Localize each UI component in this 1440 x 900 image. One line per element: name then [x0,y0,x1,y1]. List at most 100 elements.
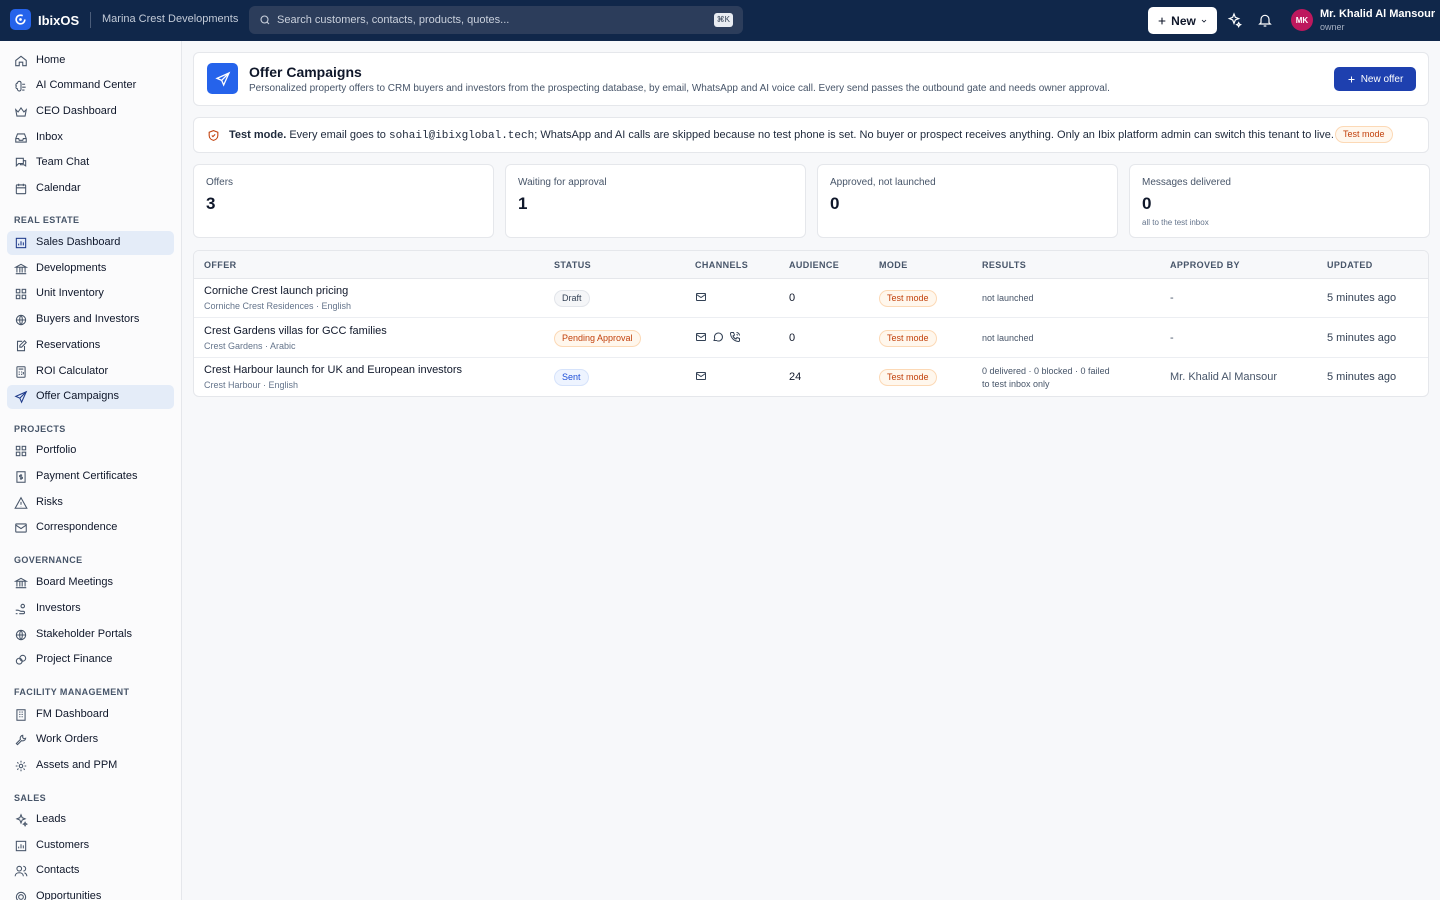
new-offer-button[interactable]: New offer [1334,67,1416,91]
table-row[interactable]: Crest Gardens villas for GCC families Cr… [194,319,1428,358]
section-label-facility-management: FACILITY MANAGEMENT [14,687,130,697]
document-edit-icon [14,339,28,353]
sidebar-item-stakeholder-portals[interactable]: Stakeholder Portals [7,623,174,647]
column-header-channels[interactable]: CHANNELS [695,260,748,270]
sidebar-item-label: Opportunities [36,890,102,900]
column-header-mode[interactable]: MODE [879,260,908,270]
sidebar-item-customers[interactable]: Customers [7,834,174,858]
new-button[interactable]: New [1148,7,1217,34]
sidebar-item-inbox[interactable]: Inbox [7,126,174,150]
app-name: IbixOS [38,13,80,28]
divider [90,12,91,28]
coins-icon [14,653,28,667]
home-icon [14,54,28,68]
sidebar-item-correspondence[interactable]: Correspondence [7,516,174,540]
column-header-results[interactable]: RESULTS [982,260,1026,270]
test-mode-banner: Test mode. Every email goes to sohail@ib… [193,117,1429,153]
sidebar-item-label: Customers [36,839,90,851]
sidebar-item-buyers-and-investors[interactable]: Buyers and Investors [7,308,174,332]
chat-icon [14,156,28,170]
column-header-approved-by[interactable]: APPROVED BY [1170,260,1240,270]
table-row[interactable]: Corniche Crest launch pricing Corniche C… [194,279,1428,318]
sidebar-item-label: ROI Calculator [36,365,109,377]
sidebar-item-portfolio[interactable]: Portfolio [7,439,174,463]
sidebar-item-reservations[interactable]: Reservations [7,334,174,358]
offer-name[interactable]: Corniche Crest launch pricing [204,285,348,297]
sidebar-item-work-orders[interactable]: Work Orders [7,728,174,752]
sidebar-item-risks[interactable]: Risks [7,491,174,515]
sidebar-item-offer-campaigns[interactable]: Offer Campaigns [7,385,174,409]
sidebar-item-investors[interactable]: Investors [7,597,174,621]
sidebar-item-ceo-dashboard[interactable]: CEO Dashboard [7,100,174,124]
sidebar-item-home[interactable]: Home [7,49,174,73]
users-icon [14,864,28,878]
column-header-updated[interactable]: UPDATED [1327,260,1373,270]
sidebar-item-project-finance[interactable]: Project Finance [7,648,174,672]
globe-icon [14,628,28,642]
sidebar-item-fm-dashboard[interactable]: FM Dashboard [7,703,174,727]
sidebar-item-board-meetings[interactable]: Board Meetings [7,571,174,595]
sidebar-item-calendar[interactable]: Calendar [7,177,174,201]
sidebar-item-leads[interactable]: Leads [7,808,174,832]
ibixos-logo-icon[interactable] [10,9,31,30]
sidebar-item-label: AI Command Center [36,79,137,91]
sidebar-item-label: Unit Inventory [36,287,104,299]
banner-text-after: ; WhatsApp and AI calls are skipped beca… [534,129,1334,141]
table-row[interactable]: Crest Harbour launch for UK and European… [194,358,1428,396]
table-header: OFFER STATUS CHANNELS AUDIENCE MODE RESU… [194,251,1428,279]
new-button-label: New [1171,13,1196,28]
audience-count: 0 [789,292,796,304]
calendar-icon [14,182,28,196]
stat-card-approved-not-launched: Approved, not launched 0 [817,164,1118,238]
sidebar-item-payment-certificates[interactable]: Payment Certificates [7,465,174,489]
column-header-audience[interactable]: AUDIENCE [789,260,839,270]
stat-label: Offers [206,177,234,188]
avatar[interactable]: MK [1291,9,1313,31]
section-label-real-estate: REAL ESTATE [14,215,80,225]
building-chart-icon [14,839,28,853]
column-header-status[interactable]: STATUS [554,260,591,270]
column-header-offer[interactable]: OFFER [204,260,237,270]
stat-value: 0 [1142,194,1152,213]
mail-icon [695,331,707,343]
sidebar-item-unit-inventory[interactable]: Unit Inventory [7,282,174,306]
sidebar-item-opportunities[interactable]: Opportunities [7,885,174,900]
sidebar-item-contacts[interactable]: Contacts [7,859,174,883]
sidebar-item-label: Inbox [36,131,63,143]
user-role: owner [1320,22,1345,32]
sidebar-item-label: FM Dashboard [36,708,109,720]
stat-note: all to the test inbox [1142,218,1209,227]
sidebar-item-developments[interactable]: Developments [7,257,174,281]
banner-text: Test mode. Every email goes to sohail@ib… [229,129,1334,142]
sidebar-item-label: Leads [36,813,66,825]
page-subtitle: Personalized property offers to CRM buye… [249,83,1110,94]
landmark-icon [14,576,28,590]
sidebar-item-label: Investors [36,602,81,614]
sidebar-item-label: Team Chat [36,156,90,168]
audience-count: 24 [789,371,802,383]
sidebar: Home AI Command Center CEO Dashboard Inb… [0,41,182,900]
offer-meta: Crest Harbour · English [204,380,299,390]
sidebar-item-assets-and-ppm[interactable]: Assets and PPM [7,754,174,778]
sidebar-item-label: Sales Dashboard [36,236,121,248]
bell-icon[interactable] [1257,12,1274,29]
search-bar[interactable]: ⌘K [249,6,743,34]
sidebar-item-roi-calculator[interactable]: ROI Calculator [7,360,174,384]
offer-name[interactable]: Crest Gardens villas for GCC families [204,325,387,337]
send-icon [14,390,28,404]
user-name[interactable]: Mr. Khalid Al Mansour [1320,8,1435,20]
offer-name[interactable]: Crest Harbour launch for UK and European… [204,364,462,376]
mode-badge: Test mode [879,369,937,386]
results-text: not launched [982,333,1034,343]
approved-by: - [1170,292,1174,304]
search-input[interactable] [277,11,697,29]
channels [695,370,707,382]
ai-sparkle-icon[interactable] [1226,12,1243,29]
sidebar-item-sales-dashboard[interactable]: Sales Dashboard [7,231,174,255]
tenant-name[interactable]: Marina Crest Developments [102,13,238,25]
sidebar-item-team-chat[interactable]: Team Chat [7,151,174,175]
sidebar-item-ai-command-center[interactable]: AI Command Center [7,74,174,98]
sidebar-item-label: Assets and PPM [36,759,118,771]
new-offer-label: New offer [1360,73,1404,85]
stat-value: 1 [518,194,528,213]
